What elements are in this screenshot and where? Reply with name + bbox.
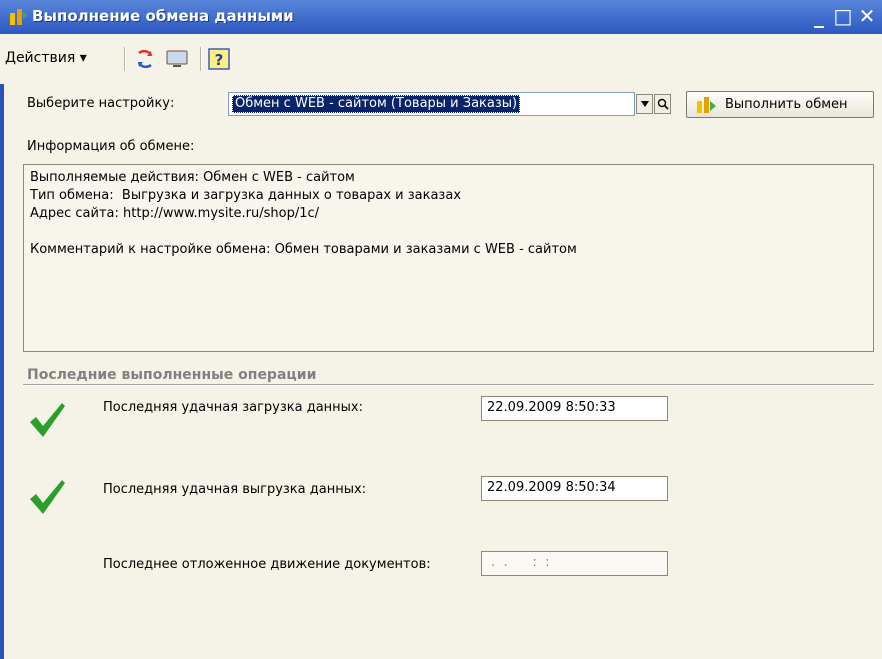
exchange-icon bbox=[697, 97, 716, 113]
title-bar: Выполнение обмена данными _ □ ✕ bbox=[0, 0, 882, 34]
svg-text:?: ? bbox=[215, 51, 224, 69]
section-divider bbox=[23, 384, 874, 386]
setting-selected-value: Обмен с WEB - сайтом (Товары и Заказы) bbox=[232, 95, 521, 113]
close-button[interactable]: ✕ bbox=[856, 5, 878, 27]
search-icon bbox=[657, 98, 669, 110]
dropdown-button[interactable] bbox=[636, 94, 653, 114]
success-check-icon bbox=[30, 403, 65, 437]
monitor-icon[interactable] bbox=[165, 47, 189, 71]
info-line: Тип обмена: Выгрузка и загрузка данных о… bbox=[30, 188, 462, 203]
minimize-button[interactable]: _ bbox=[808, 5, 830, 27]
last-load-date-field[interactable]: 22.09.2009 8:50:33 bbox=[481, 396, 668, 421]
actions-menu[interactable]: Действия ▾ bbox=[5, 50, 87, 66]
info-line bbox=[30, 223, 867, 241]
last-operations-title: Последние выполненные операции bbox=[27, 367, 317, 383]
toolbar: Действия ▾ ? bbox=[0, 34, 882, 84]
toolbar-separator bbox=[124, 47, 126, 71]
last-unload-label: Последняя удачная выгрузка данных: bbox=[103, 482, 367, 497]
toolbar-separator bbox=[200, 47, 202, 71]
chevron-down-icon bbox=[640, 101, 649, 107]
last-unload-date-field[interactable]: 22.09.2009 8:50:34 bbox=[481, 476, 668, 501]
execute-exchange-button[interactable]: Выполнить обмен bbox=[686, 91, 874, 118]
maximize-button[interactable]: □ bbox=[832, 5, 854, 27]
last-deferred-date-field[interactable]: . . : : bbox=[481, 551, 668, 576]
info-line: Комментарий к настройке обмена: Обмен то… bbox=[30, 242, 577, 257]
window-title: Выполнение обмена данными bbox=[32, 7, 294, 25]
setting-select[interactable]: Обмен с WEB - сайтом (Товары и Заказы) bbox=[228, 92, 635, 116]
window-border bbox=[0, 34, 4, 659]
execute-exchange-label: Выполнить обмен bbox=[725, 97, 848, 112]
info-label: Информация об обмене: bbox=[27, 139, 195, 154]
info-line: Адрес сайта: http://www.mysite.ru/shop/1… bbox=[30, 206, 320, 221]
last-deferred-label: Последнее отложенное движение документов… bbox=[103, 557, 431, 572]
help-icon[interactable]: ? bbox=[207, 47, 231, 71]
success-check-icon bbox=[30, 480, 65, 514]
exchange-icon bbox=[10, 9, 27, 25]
open-setting-button[interactable] bbox=[654, 94, 671, 114]
refresh-icon[interactable] bbox=[133, 47, 157, 71]
info-line: Выполняемые действия: Обмен с WEB - сайт… bbox=[30, 170, 355, 185]
info-text-area[interactable]: Выполняемые действия: Обмен с WEB - сайт… bbox=[23, 164, 874, 352]
setting-label: Выберите настройку: bbox=[27, 96, 175, 111]
last-load-label: Последняя удачная загрузка данных: bbox=[103, 400, 363, 415]
